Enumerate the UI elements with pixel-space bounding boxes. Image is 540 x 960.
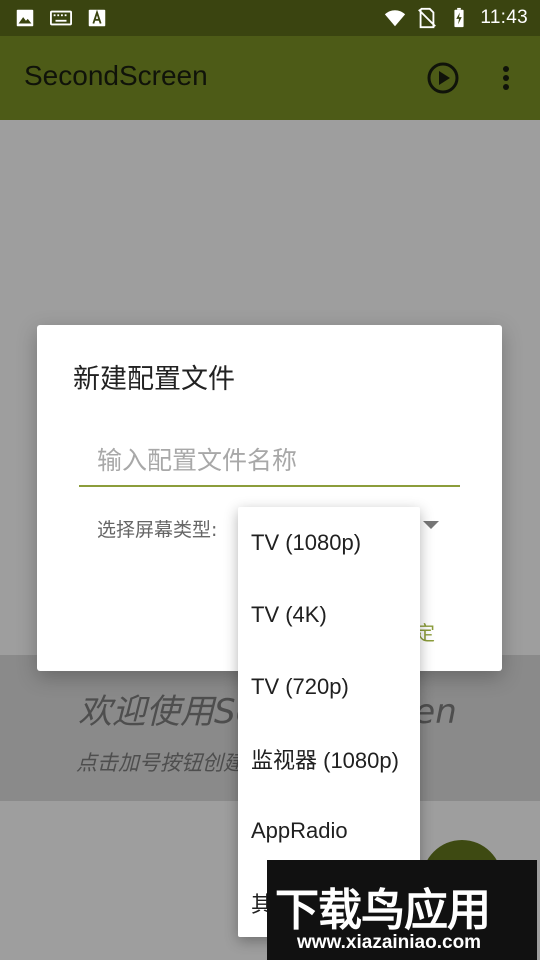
ok-button[interactable]: 确定 [415, 617, 457, 646]
text-a-icon [88, 9, 106, 27]
dropdown-option-monitor-1080p[interactable]: 监视器 (1080p) [238, 723, 420, 795]
dropdown-option-tv-720p[interactable]: TV (720p) [238, 651, 420, 723]
watermark-url: www.xiazainiao.com [297, 932, 482, 953]
more-vert-icon[interactable] [494, 64, 518, 92]
play-circle-icon[interactable] [426, 61, 460, 95]
dropdown-option-tv-1080p[interactable]: TV (1080p) [238, 507, 420, 579]
dropdown-option-tv-4k[interactable]: TV (4K) [238, 579, 420, 651]
app-bar: SecondScreen [0, 36, 540, 120]
dialog-title: 新建配置文件 [73, 364, 235, 395]
image-icon [16, 9, 34, 27]
screen-type-label: 选择屏幕类型: [97, 519, 218, 541]
ok-button-label: 确定 [415, 621, 435, 645]
keyboard-icon [50, 10, 72, 26]
battery-charging-icon [454, 7, 464, 28]
profile-name-input[interactable] [79, 441, 460, 487]
system-icons: 11:43 [384, 5, 528, 31]
app-title: SecondScreen [24, 60, 208, 91]
status-clock: 11:43 [480, 7, 528, 28]
no-sim-icon [418, 7, 437, 29]
status-bar: 11:43 [0, 0, 540, 36]
wifi-icon [385, 10, 406, 27]
dropdown-option-appradio[interactable]: AppRadio [238, 795, 420, 867]
notification-icons [14, 7, 108, 29]
chevron-down-icon[interactable] [423, 521, 439, 529]
watermark: 下载鸟应用 www.xiazainiao.com [267, 860, 537, 960]
watermark-logo: 下载鸟应用 [275, 885, 491, 936]
